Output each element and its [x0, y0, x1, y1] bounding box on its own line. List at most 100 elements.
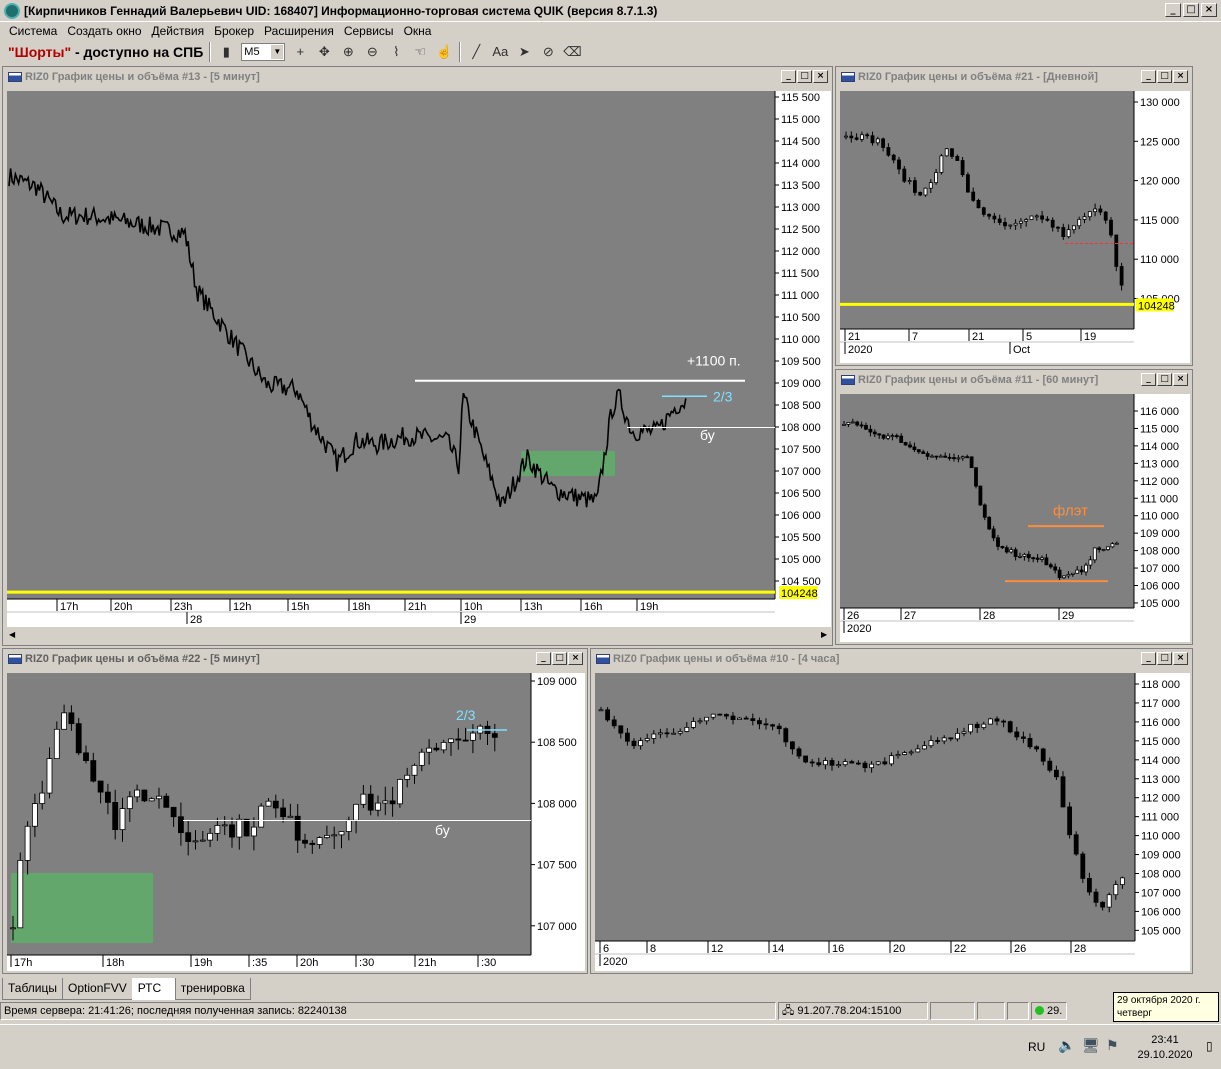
candle-body — [83, 752, 89, 762]
tab-tables[interactable]: Таблицы — [2, 978, 64, 1000]
line-tool-icon[interactable]: ╱ — [467, 43, 485, 61]
candle-body — [170, 806, 177, 818]
menu-item-broker[interactable]: Брокер — [209, 22, 259, 40]
close-button[interactable]: × — [813, 70, 828, 83]
y-tick-label: 115 000 — [1141, 736, 1180, 748]
candle-body — [907, 180, 912, 182]
candle-body — [1053, 566, 1058, 571]
close-button[interactable]: × — [568, 652, 583, 665]
delete-drawings-icon[interactable]: ⌫ — [563, 43, 581, 61]
candle-body — [418, 751, 425, 766]
menu-item-windows[interactable]: Окна — [399, 22, 437, 40]
network-tray-icon[interactable]: 🖥 — [1082, 1037, 1100, 1054]
menu-item-create-window[interactable]: Создать окно — [62, 22, 146, 40]
price-chart[interactable]: 130 000125 000120 000115 000110 000105 0… — [840, 91, 1190, 363]
tab-optionfvv[interactable]: OptionFVV — [62, 978, 133, 1000]
candle-body — [1014, 731, 1020, 738]
x-tick-label: 16 — [832, 943, 844, 955]
minimize-button[interactable]: _ — [1141, 373, 1156, 386]
crosshair-icon[interactable]: + — [291, 43, 309, 61]
price-chart[interactable]: 115 500 115 000 114 500 114 000 113 500 113 0… — [7, 91, 831, 639]
menu-item-system[interactable]: Система — [4, 22, 62, 40]
close-button[interactable]: × — [1173, 70, 1188, 83]
menu-item-services[interactable]: Сервисы — [339, 22, 399, 40]
minimize-button[interactable]: _ — [536, 652, 551, 665]
volume-icon[interactable]: 🔈 — [1058, 1037, 1075, 1054]
maximize-button[interactable]: □ — [797, 70, 812, 83]
candle-body — [1000, 546, 1005, 549]
candle-body — [730, 715, 736, 721]
candle-body — [651, 733, 657, 739]
candle-body — [978, 485, 983, 506]
tray-clock[interactable]: 23:41 29.10.2020 — [1130, 1033, 1200, 1063]
close-button[interactable]: × — [1173, 373, 1188, 386]
candle-body — [850, 421, 855, 424]
candle-body — [875, 138, 880, 144]
x-date-label: 28 — [190, 614, 202, 626]
hand-icon[interactable]: ☜ — [411, 43, 429, 61]
maximize-button[interactable]: □ — [1157, 652, 1172, 665]
interval-select[interactable]: M5 — [241, 43, 286, 61]
arrow-tool-icon[interactable]: ➤ — [515, 43, 533, 61]
candle-body — [1110, 543, 1115, 548]
candle-body — [61, 712, 67, 730]
candle-body — [870, 135, 875, 144]
candle-body — [1056, 226, 1060, 229]
candle-body — [684, 726, 690, 732]
hand-pressed-icon[interactable]: ☝ — [435, 43, 453, 61]
x-tick-label: 6 — [603, 943, 609, 955]
x-tick-label: 17h — [14, 957, 32, 969]
hide-drawings-icon[interactable]: ⊘ — [539, 43, 557, 61]
price-chart[interactable]: 118 000 117 000 116 000 115 000 114 000 113 0… — [595, 673, 1190, 971]
y-tick-label: 110 000 — [781, 334, 820, 346]
maximize-button[interactable]: □ — [552, 652, 567, 665]
candle-body — [954, 732, 960, 740]
candle-body — [611, 719, 617, 727]
y-tick-label: 112 500 — [781, 224, 820, 236]
minimize-button[interactable]: _ — [1141, 70, 1156, 83]
chart-title: RIZ0 График цены и объёма #21 - [Дневной… — [858, 71, 1098, 83]
plot-area[interactable]: 116 000 115 000 114 000 113 000 112 000 111 0… — [840, 394, 1190, 642]
minimize-button[interactable]: _ — [1141, 652, 1156, 665]
flag-icon[interactable]: ⚑ — [1106, 1037, 1119, 1054]
candle-body — [265, 800, 272, 807]
plot-area[interactable]: 115 500 115 000 114 500 114 000 113 500 113 0… — [7, 91, 831, 639]
candle-body — [704, 716, 709, 722]
candle-body — [913, 180, 917, 193]
text-tool-icon[interactable]: Aa — [491, 43, 509, 61]
toolbar: "Шорты" - доступно на СПБ ▮ M5 + ✥ ⊕ ⊖ ⌇… — [0, 40, 1221, 64]
show-desktop-icon[interactable]: ▯ — [1206, 1039, 1213, 1053]
maximize-button[interactable]: □ — [1157, 70, 1172, 83]
minimize-button[interactable]: _ — [781, 70, 796, 83]
zoom-in-icon[interactable]: ⊕ — [339, 43, 357, 61]
tab-rts[interactable]: РТС — [131, 978, 176, 1000]
plot-area[interactable]: 118 000 117 000 116 000 115 000 114 000 113 0… — [595, 673, 1190, 971]
price-chart[interactable]: 116 000 115 000 114 000 113 000 112 000 111 0… — [840, 394, 1190, 642]
tab-training[interactable]: тренировка — [174, 978, 251, 1000]
candle-body — [1045, 218, 1050, 221]
candle-body — [97, 780, 104, 793]
candle-body — [345, 819, 352, 832]
close-button[interactable]: × — [1201, 3, 1217, 17]
price-chart[interactable]: 109 000 108 500 108 000 107 500 107 000 17h 18… — [7, 673, 585, 971]
maximize-button[interactable]: □ — [1157, 373, 1172, 386]
move-icon[interactable]: ✥ — [315, 43, 333, 61]
chart-settings-icon[interactable]: ▮ — [217, 43, 235, 61]
x-tick-label: :30 — [481, 957, 496, 969]
menu-item-actions[interactable]: Действия — [147, 22, 210, 40]
minimize-button[interactable]: _ — [1165, 3, 1181, 17]
candle-body — [1027, 738, 1033, 748]
plot-area[interactable]: 109 000 108 500 108 000 107 500 107 000 17h 18… — [7, 673, 585, 971]
y-tick-label: 106 500 — [781, 488, 821, 500]
maximize-button[interactable]: □ — [1183, 3, 1199, 17]
candle-body — [877, 433, 882, 436]
plot-area[interactable]: 130 000125 000120 000115 000110 000105 0… — [840, 91, 1190, 363]
menu-item-extensions[interactable]: Расширения — [259, 22, 339, 40]
ruler-icon[interactable]: ⌇ — [387, 43, 405, 61]
close-button[interactable]: × — [1173, 652, 1188, 665]
zoom-out-icon[interactable]: ⊖ — [363, 43, 381, 61]
candle-body — [921, 745, 927, 750]
language-indicator[interactable]: RU — [1028, 1040, 1045, 1054]
candle-body — [881, 138, 885, 148]
y-tick-label: 108 000 — [781, 422, 821, 434]
